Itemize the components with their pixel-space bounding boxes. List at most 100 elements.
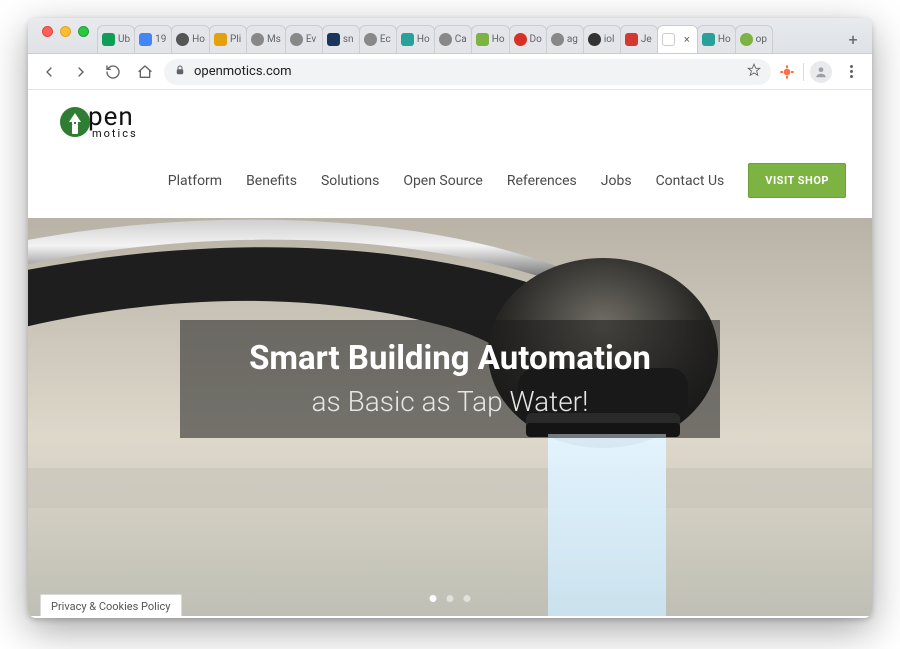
site-header: pen motics bbox=[28, 90, 872, 145]
browser-tab[interactable]: Ec bbox=[359, 25, 397, 53]
nav-link[interactable]: Platform bbox=[168, 173, 222, 189]
window-controls bbox=[34, 26, 95, 45]
browser-tab[interactable]: op bbox=[735, 25, 773, 53]
arrow-right-icon bbox=[73, 64, 89, 80]
browser-tabstrip: Ub 19 Ho Pli Ms Ev sn Ec Ho Ca Ho Do agiol Je × Ho op + bbox=[28, 18, 872, 54]
cookies-banner[interactable]: Privacy & Cookies Policy bbox=[40, 594, 182, 616]
tab-label: Ev bbox=[306, 34, 318, 45]
lock-icon bbox=[174, 64, 186, 80]
window-close-button[interactable] bbox=[42, 26, 53, 37]
tab-label: Do bbox=[530, 34, 542, 45]
hero-subtitle: as Basic as Tap Water! bbox=[208, 385, 692, 418]
browser-tab[interactable]: Ho bbox=[471, 25, 510, 53]
hero-title: Smart Building Automation bbox=[208, 338, 692, 379]
site-logo[interactable]: pen motics bbox=[60, 104, 840, 139]
browser-tab[interactable]: Ub bbox=[97, 25, 135, 53]
tab-favicon-icon bbox=[662, 33, 675, 46]
nav-link[interactable]: Jobs bbox=[601, 173, 632, 189]
window-zoom-button[interactable] bbox=[78, 26, 89, 37]
tab-favicon-icon bbox=[625, 33, 638, 46]
browser-menu-button[interactable] bbox=[838, 59, 864, 85]
tab-favicon-icon bbox=[514, 33, 527, 46]
home-icon bbox=[137, 64, 153, 80]
tab-label: Je bbox=[641, 34, 653, 45]
tab-favicon-icon bbox=[476, 33, 489, 46]
tab-label: ag bbox=[567, 34, 579, 45]
person-icon bbox=[814, 65, 828, 79]
browser-tab[interactable]: Do bbox=[509, 25, 547, 53]
tab-label: sn bbox=[343, 34, 355, 45]
nav-link[interactable]: References bbox=[507, 173, 577, 189]
logo-subword: motics bbox=[92, 128, 138, 139]
tab-label: 19 bbox=[155, 34, 167, 45]
browser-window: Ub19HoPliMsEvsnEcHoCaHoDoagiolJe×Hoop + … bbox=[28, 18, 872, 618]
tab-favicon-icon bbox=[551, 33, 564, 46]
tab-favicon-icon bbox=[214, 33, 227, 46]
carousel-dot[interactable] bbox=[430, 595, 437, 602]
browser-tab[interactable]: iol bbox=[583, 25, 621, 53]
browser-tab[interactable]: Ms bbox=[246, 25, 286, 53]
carousel-dot[interactable] bbox=[464, 595, 471, 602]
tab-label: Ms bbox=[267, 34, 281, 45]
reload-button[interactable] bbox=[100, 59, 126, 85]
browser-tab[interactable]: ag bbox=[546, 25, 584, 53]
tab-favicon-icon bbox=[327, 33, 340, 46]
browser-tab[interactable]: Ev bbox=[285, 25, 323, 53]
profile-button[interactable] bbox=[810, 61, 832, 83]
browser-tab[interactable]: Ho bbox=[171, 25, 210, 53]
tab-label: op bbox=[756, 34, 768, 45]
browser-tab[interactable]: Pli bbox=[209, 25, 247, 53]
address-bar[interactable]: openmotics.com bbox=[164, 59, 771, 85]
tab-favicon-icon bbox=[439, 33, 452, 46]
tab-label: Ca bbox=[455, 34, 467, 45]
browser-tab[interactable]: 19 bbox=[134, 25, 172, 53]
bookmark-button[interactable] bbox=[747, 63, 761, 81]
hero-carousel: Smart Building Automation as Basic as Ta… bbox=[28, 218, 872, 616]
reload-icon bbox=[105, 64, 121, 80]
hero-text-panel: Smart Building Automation as Basic as Ta… bbox=[180, 320, 720, 438]
tab-label: Ub bbox=[118, 34, 130, 45]
tab-label: Ho bbox=[492, 34, 505, 45]
url-text: openmotics.com bbox=[194, 64, 739, 79]
browser-tab[interactable]: Ho bbox=[396, 25, 435, 53]
forward-button[interactable] bbox=[68, 59, 94, 85]
tab-favicon-icon bbox=[401, 33, 414, 46]
tab-favicon-icon bbox=[251, 33, 264, 46]
browser-tabs: Ub 19 Ho Pli Ms Ev sn Ec Ho Ca Ho Do agiol Je × Ho op bbox=[97, 25, 834, 53]
main-nav: Platform Benefits Solutions Open Source Refe… bbox=[28, 145, 872, 218]
tab-favicon-icon bbox=[702, 33, 715, 46]
window-minimize-button[interactable] bbox=[60, 26, 71, 37]
cookies-label: Privacy & Cookies Policy bbox=[51, 600, 171, 613]
browser-tab[interactable]: Ca bbox=[434, 25, 472, 53]
tab-close-button[interactable]: × bbox=[681, 34, 693, 46]
browser-tab[interactable]: × bbox=[657, 25, 698, 53]
browser-tab[interactable]: Je bbox=[620, 25, 658, 53]
tab-favicon-icon bbox=[290, 33, 303, 46]
kebab-icon bbox=[840, 65, 862, 78]
tab-favicon-icon bbox=[102, 33, 115, 46]
browser-tab[interactable]: sn bbox=[322, 25, 360, 53]
nav-link[interactable]: Solutions bbox=[321, 173, 379, 189]
visit-shop-button[interactable]: VISIT SHOP bbox=[748, 163, 846, 198]
new-tab-button[interactable]: + bbox=[840, 26, 866, 52]
tab-favicon-icon bbox=[740, 33, 753, 46]
logo-mark-icon bbox=[60, 107, 90, 137]
tab-label: Ho bbox=[192, 34, 205, 45]
back-button[interactable] bbox=[36, 59, 62, 85]
tab-label: Ho bbox=[417, 34, 430, 45]
browser-tab[interactable]: Ho bbox=[697, 25, 736, 53]
browser-toolbar: openmotics.com bbox=[28, 54, 872, 90]
tab-favicon-icon bbox=[139, 33, 152, 46]
carousel-dot[interactable] bbox=[447, 595, 454, 602]
extension-icon[interactable] bbox=[777, 62, 797, 82]
tab-label: Ho bbox=[718, 34, 731, 45]
tab-label: Ec bbox=[380, 34, 392, 45]
home-button[interactable] bbox=[132, 59, 158, 85]
page-content: pen motics Platform Benefits Solutions Open… bbox=[28, 90, 872, 618]
arrow-left-icon bbox=[41, 64, 57, 80]
nav-link[interactable]: Open Source bbox=[403, 173, 483, 189]
nav-link[interactable]: Contact Us bbox=[656, 173, 725, 189]
nav-link[interactable]: Benefits bbox=[246, 173, 297, 189]
tab-label: Pli bbox=[230, 34, 242, 45]
carousel-dots bbox=[430, 595, 471, 602]
